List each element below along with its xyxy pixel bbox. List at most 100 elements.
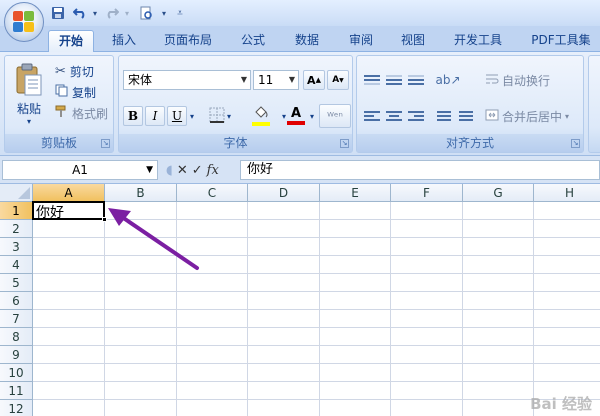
row-header-6[interactable]: 6: [0, 292, 33, 310]
fill-color-button[interactable]: [243, 104, 279, 128]
grow-font-button[interactable]: A ▲: [303, 70, 325, 90]
print-preview-icon[interactable]: [138, 5, 154, 21]
paste-button[interactable]: 粘贴: [9, 100, 49, 116]
tab-page-layout[interactable]: 页面布局: [155, 30, 221, 52]
fill-handle[interactable]: [102, 217, 107, 222]
cancel-icon[interactable]: ✕: [177, 163, 188, 178]
merge-cells-icon: [485, 108, 499, 125]
gridline: [33, 345, 600, 346]
gridline: [33, 309, 600, 310]
gridline: [33, 399, 600, 400]
office-logo-icon: [13, 11, 35, 33]
formula-input[interactable]: 你好: [240, 160, 600, 180]
font-color-swatch: [287, 121, 305, 125]
gridline: [33, 219, 600, 220]
font-dialog-launcher-icon[interactable]: ↘: [340, 139, 349, 148]
align-center-icon[interactable]: [383, 106, 405, 126]
alignment-dialog-launcher-icon[interactable]: ↘: [571, 139, 580, 148]
redo-icon[interactable]: [104, 5, 120, 21]
merge-center-label: 合并后居中: [502, 109, 563, 124]
align-right-icon[interactable]: [405, 106, 427, 126]
column-header-a[interactable]: A: [33, 184, 105, 202]
undo-icon[interactable]: [72, 5, 88, 21]
row-header-9[interactable]: 9: [0, 346, 33, 364]
column-header-b[interactable]: B: [105, 184, 177, 202]
row-header-8[interactable]: 8: [0, 328, 33, 346]
orientation-button[interactable]: ab↗: [433, 70, 463, 90]
row-header-10[interactable]: 10: [0, 364, 33, 382]
clipboard-group: 粘贴 ▾ ✂ 剪切 复制 格式刷 剪贴板 ↘: [4, 55, 114, 153]
column-header-e[interactable]: E: [320, 184, 391, 202]
insert-function-icon[interactable]: fx: [207, 163, 219, 178]
clipboard-dialog-launcher-icon[interactable]: ↘: [101, 139, 110, 148]
align-left-icon[interactable]: [361, 106, 383, 126]
column-header-f[interactable]: F: [391, 184, 463, 202]
column-header-g[interactable]: G: [463, 184, 534, 202]
print-preview-dropdown-icon[interactable]: ▾: [156, 5, 172, 21]
row-header-7[interactable]: 7: [0, 310, 33, 328]
grip-icon: ◖: [166, 162, 173, 178]
underline-dropdown-icon[interactable]: ▾: [187, 108, 197, 124]
tab-pdf-tools[interactable]: PDF工具集: [524, 30, 598, 52]
copy-button[interactable]: 复制: [55, 83, 113, 101]
undo-dropdown-icon[interactable]: ▾: [87, 5, 103, 21]
formula-buttons: ◖ ✕ ✓ fx: [162, 160, 238, 180]
row-header-4[interactable]: 4: [0, 256, 33, 274]
paste-dropdown-icon[interactable]: ▾: [23, 116, 35, 126]
borders-button[interactable]: ▾: [205, 106, 235, 126]
name-box[interactable]: A1 ▼: [2, 160, 158, 180]
row-header-2[interactable]: 2: [0, 220, 33, 238]
font-size-select[interactable]: 11 ▼: [253, 70, 299, 90]
italic-button[interactable]: I: [145, 106, 165, 126]
decrease-indent-icon[interactable]: [433, 106, 455, 126]
merge-center-button[interactable]: 合并后居中 ▾: [485, 106, 581, 126]
tab-home[interactable]: 开始: [48, 30, 94, 53]
borders-icon: [209, 107, 225, 126]
enter-icon[interactable]: ✓: [192, 163, 203, 178]
select-all-corner[interactable]: [0, 184, 33, 202]
row-header-11[interactable]: 11: [0, 382, 33, 400]
font-group: 宋体 ▼ 11 ▼ A ▲ A ▼ B I U ▾ ▾ ▾ A ▾ ᵂᵉⁿ 字体…: [118, 55, 353, 153]
paste-icon[interactable]: [9, 60, 49, 100]
office-button[interactable]: [4, 2, 44, 42]
font-color-button[interactable]: A: [283, 104, 309, 128]
spreadsheet-grid[interactable]: A B C D E F G H 1 2 3 4 5 6 7 8 9 10 11 12 你好: [0, 184, 600, 416]
column-header-c[interactable]: C: [177, 184, 248, 202]
paintbrush-icon: [55, 105, 68, 121]
format-painter-button[interactable]: 格式刷: [55, 104, 113, 122]
tab-data[interactable]: 数据: [285, 30, 329, 52]
increase-indent-icon[interactable]: [455, 106, 477, 126]
phonetic-guide-icon: ᵂᵉⁿ: [327, 109, 343, 123]
save-icon[interactable]: [50, 5, 66, 21]
row-header-3[interactable]: 3: [0, 238, 33, 256]
tab-insert[interactable]: 插入: [103, 30, 145, 52]
shrink-font-button[interactable]: A ▼: [327, 70, 349, 90]
column-header-h[interactable]: H: [534, 184, 600, 202]
chevron-down-icon: ▼: [146, 165, 153, 175]
tab-formulas[interactable]: 公式: [232, 30, 274, 52]
fill-color-swatch: [252, 122, 270, 126]
customize-icon[interactable]: ⩡: [172, 5, 188, 21]
tab-developer[interactable]: 开发工具: [444, 30, 512, 52]
formula-bar: A1 ▼ ◖ ✕ ✓ fx 你好: [0, 156, 600, 184]
column-header-d[interactable]: D: [248, 184, 320, 202]
bold-button[interactable]: B: [123, 106, 143, 126]
cut-button[interactable]: ✂ 剪切: [55, 62, 113, 80]
row-header-5[interactable]: 5: [0, 274, 33, 292]
tab-review[interactable]: 审阅: [340, 30, 382, 52]
wrap-text-button[interactable]: 自动换行: [485, 70, 581, 90]
phonetic-guide-button[interactable]: ᵂᵉⁿ: [319, 104, 351, 128]
middle-align-icon[interactable]: [383, 70, 405, 90]
bottom-align-icon[interactable]: [405, 70, 427, 90]
wrap-text-label: 自动换行: [502, 73, 551, 88]
font-name-select[interactable]: 宋体 ▼: [123, 70, 251, 90]
font-color-dropdown-icon[interactable]: ▾: [307, 108, 317, 124]
row-header-12[interactable]: 12: [0, 400, 33, 416]
redo-dropdown-icon[interactable]: ▾: [119, 5, 135, 21]
font-size-value: 11: [258, 73, 274, 87]
scissors-icon: ✂: [55, 63, 66, 79]
tab-view[interactable]: 视图: [392, 30, 434, 52]
underline-button[interactable]: U: [167, 106, 187, 126]
row-header-1[interactable]: 1: [0, 202, 33, 220]
top-align-icon[interactable]: [361, 70, 383, 90]
